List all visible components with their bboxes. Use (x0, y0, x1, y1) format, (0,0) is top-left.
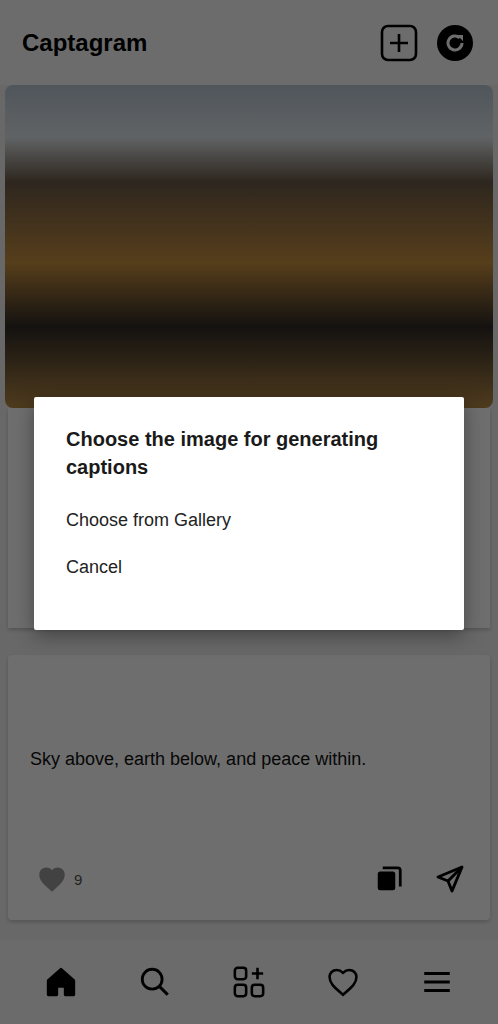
image-source-dialog: Choose the image for generating captions… (34, 397, 464, 630)
dialog-title: Choose the image for generating captions (66, 425, 440, 481)
dialog-option[interactable]: Choose from Gallery (66, 497, 440, 544)
dialog-option[interactable]: Cancel (66, 544, 440, 591)
screen: Captagram Sky above, earth below, and pe… (0, 0, 498, 1024)
